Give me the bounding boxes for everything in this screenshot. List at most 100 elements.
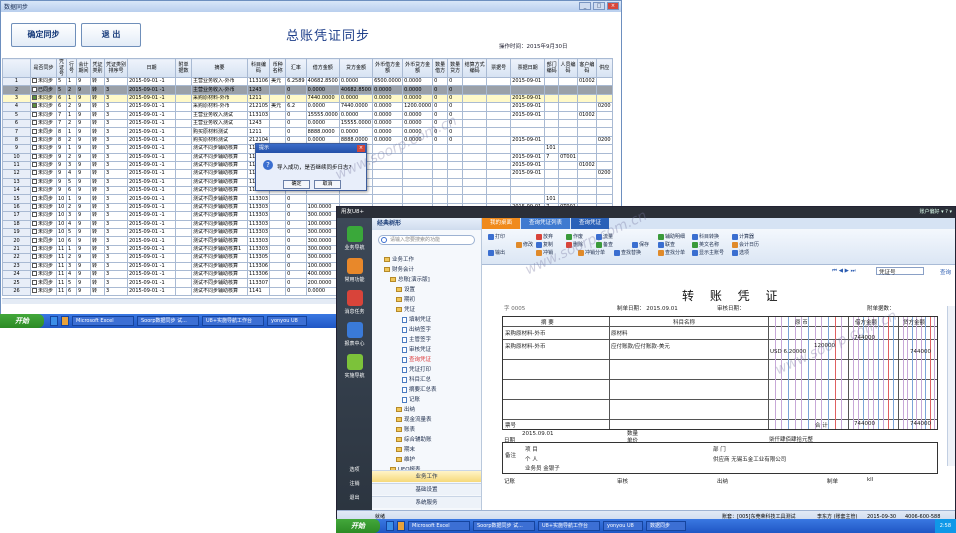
toolbar-button[interactable]: 作废 <box>566 233 583 240</box>
menu-item[interactable]: 现金流量表 <box>396 415 432 423</box>
sync-checkbox[interactable] <box>32 204 37 210</box>
menu-item[interactable]: 出纳 <box>396 405 415 413</box>
exit-button[interactable]: 退 出 <box>81 23 141 47</box>
taskbar-item-u8-workbench[interactable]: U8+实施导航工作台 <box>202 316 264 326</box>
grid-column-header[interactable]: 人员编码 <box>558 58 578 78</box>
nav-favorites[interactable]: 常用功能 <box>340 258 369 283</box>
grid-column-header[interactable]: 币种名称 <box>269 58 287 78</box>
toolbar-button[interactable]: 冲销分单 <box>578 249 605 256</box>
start-button[interactable]: 开始 <box>0 314 44 328</box>
menu-item[interactable]: 综合辅助账 <box>396 435 432 443</box>
toolbar-button[interactable]: 查找分单 <box>658 249 685 256</box>
toolbar-button[interactable]: 英文名称 <box>692 241 719 248</box>
grid-column-header[interactable]: 附单据数 <box>175 58 192 78</box>
voucher-query-button[interactable]: 查询 <box>940 268 951 276</box>
menu-item[interactable]: 期初 <box>396 295 415 303</box>
sync-status-cell[interactable]: 未同步 <box>30 236 57 246</box>
sync-checkbox[interactable] <box>32 196 37 201</box>
toolbar-button[interactable]: 计算器 <box>732 233 754 240</box>
sync-status-cell[interactable]: 未同步 <box>30 202 57 213</box>
taskbar-item-datasync[interactable]: 数据同步 <box>646 521 686 531</box>
line1-debit[interactable]: 744000 <box>854 335 875 341</box>
toolbar-button[interactable]: 放弃 <box>536 233 553 240</box>
table-row[interactable]: 5 未同步 7 1 9 转 3 2015-09-01 -1 主营业务收入测试 113103 0 155… <box>2 110 613 120</box>
sync-checkbox[interactable] <box>32 212 37 218</box>
sync-status-cell[interactable]: 未同步 <box>30 194 57 204</box>
grid-column-header[interactable]: 会计期间 <box>76 58 91 78</box>
sync-checkbox[interactable] <box>32 237 37 243</box>
taskbar-item-excel[interactable]: Microsoft Excel <box>408 521 470 531</box>
menu-item[interactable]: 填制凭证 <box>402 315 431 323</box>
taskbar-item-sync[interactable]: Soorp数据同步 试... <box>137 316 199 326</box>
sync-checkbox[interactable] <box>32 145 37 151</box>
sync-checkbox[interactable] <box>32 246 37 251</box>
close-icon[interactable]: × <box>607 2 619 10</box>
sync-status-cell[interactable]: 未同步 <box>30 135 57 146</box>
sync-checkbox[interactable] <box>32 221 37 226</box>
table-row[interactable]: 6 未同步 7 2 9 转 3 2015-09-01 -1 主营业务收入测试 1243 0 0.000… <box>2 118 613 129</box>
grid-column-header[interactable]: 外币借方金额 <box>372 58 404 78</box>
vertical-scrollbar[interactable] <box>947 306 955 466</box>
grid-column-header[interactable]: 凭证类别排序号 <box>104 58 128 78</box>
dialog-cancel-button[interactable]: 取消 <box>314 180 341 189</box>
menu-item[interactable]: 期末 <box>396 445 415 453</box>
toolbar-button[interactable]: 科目转换 <box>692 233 719 240</box>
grid-column-header[interactable]: 摘要 <box>191 58 248 78</box>
sync-checkbox[interactable] <box>32 279 37 285</box>
sync-status-cell[interactable]: 未同步 <box>30 286 57 297</box>
menu-item[interactable]: 业务工作 <box>384 255 414 263</box>
taskbar-item-u8-workbench[interactable]: U8+实施导航工作台 <box>538 521 600 531</box>
taskbar-item-excel[interactable]: Microsoft Excel <box>72 316 134 326</box>
sync-checkbox[interactable] <box>32 112 37 117</box>
toolbar-button[interactable]: 显示主账号 <box>692 249 724 256</box>
grid-column-header[interactable]: 科目编码 <box>246 58 271 78</box>
sync-checkbox[interactable] <box>32 288 37 293</box>
sync-checkbox[interactable] <box>32 86 37 92</box>
sync-status-cell[interactable]: 未同步 <box>30 228 57 238</box>
menu-item[interactable]: 凭证打印 <box>402 365 431 373</box>
toolbar-button[interactable]: 打印 <box>488 233 505 240</box>
sync-status-cell[interactable]: 未同步 <box>30 144 57 154</box>
toolbar-button[interactable]: 辅助明细 <box>658 233 685 240</box>
sync-checkbox[interactable] <box>32 263 37 268</box>
sync-status-cell[interactable]: 未同步 <box>30 93 57 104</box>
grid-column-header[interactable]: 数量借方 <box>432 58 449 78</box>
grid-column-header[interactable]: 客户编码 <box>576 58 597 78</box>
line1-subject[interactable]: 原材料 <box>611 329 628 337</box>
sync-checkbox[interactable] <box>32 179 37 184</box>
sync-status-cell[interactable]: 未同步 <box>30 177 57 188</box>
nav-messages[interactable]: 消息任务 <box>340 290 369 315</box>
quicklaunch-folder-icon[interactable] <box>61 316 69 326</box>
sync-status-cell[interactable]: 未同步 <box>30 261 57 272</box>
sync-status-cell[interactable]: 未同步 <box>30 110 57 120</box>
sync-checkbox[interactable] <box>32 103 37 109</box>
confirm-sync-button[interactable]: 确定同步 <box>11 23 76 47</box>
sync-status-cell[interactable]: 未同步 <box>30 186 57 196</box>
menu-item[interactable]: 账表 <box>396 425 415 433</box>
taskbar-item-u8[interactable]: yonyou U8 <box>267 316 307 326</box>
sync-status-cell[interactable]: 未同步 <box>30 160 57 171</box>
table-row[interactable]: 2 已同步 5 2 9 转 3 2015-09-01 -1 主营业务收入-外币 1243 0 0.00… <box>2 85 613 95</box>
dialog-ok-button[interactable]: 确定 <box>283 180 310 189</box>
sync-status-cell[interactable]: 未同步 <box>30 253 57 263</box>
grid-column-header[interactable]: 日期 <box>127 58 176 78</box>
nav-implementation[interactable]: 实施导航 <box>340 354 369 379</box>
table-row[interactable]: 4 未同步 6 2 9 转 3 2015-09-01 -1 采购原材料-外币 212105 美元 6.… <box>2 102 613 112</box>
menu-item[interactable]: 凭证 <box>396 305 415 313</box>
nav-options[interactable]: 选项 <box>340 466 369 473</box>
maximize-icon[interactable]: □ <box>593 2 605 10</box>
sync-status-cell[interactable]: 未同步 <box>30 102 57 112</box>
taskbar-item-sync[interactable]: Soorp数据同步 试... <box>473 521 535 531</box>
toolbar-button[interactable]: 保存 <box>632 241 649 248</box>
start-button[interactable]: 开始 <box>336 519 380 533</box>
menu-item[interactable]: 查询凭证 <box>402 355 431 363</box>
grid-column-header[interactable]: 供应 <box>595 58 613 78</box>
line2-summary[interactable]: 采购原材料-外币 <box>505 342 546 350</box>
voucher-number-field[interactable]: 凭证号 <box>876 267 924 276</box>
sync-status-cell[interactable]: 未同步 <box>30 118 57 129</box>
tab-query-voucher[interactable]: 查询凭证 <box>571 218 610 229</box>
sync-checkbox[interactable] <box>32 162 37 168</box>
tab-voucher-list[interactable]: 查询凭证列表 <box>521 218 571 229</box>
sync-checkbox[interactable] <box>32 154 37 159</box>
toolbar-button[interactable]: 备查 <box>596 241 613 248</box>
